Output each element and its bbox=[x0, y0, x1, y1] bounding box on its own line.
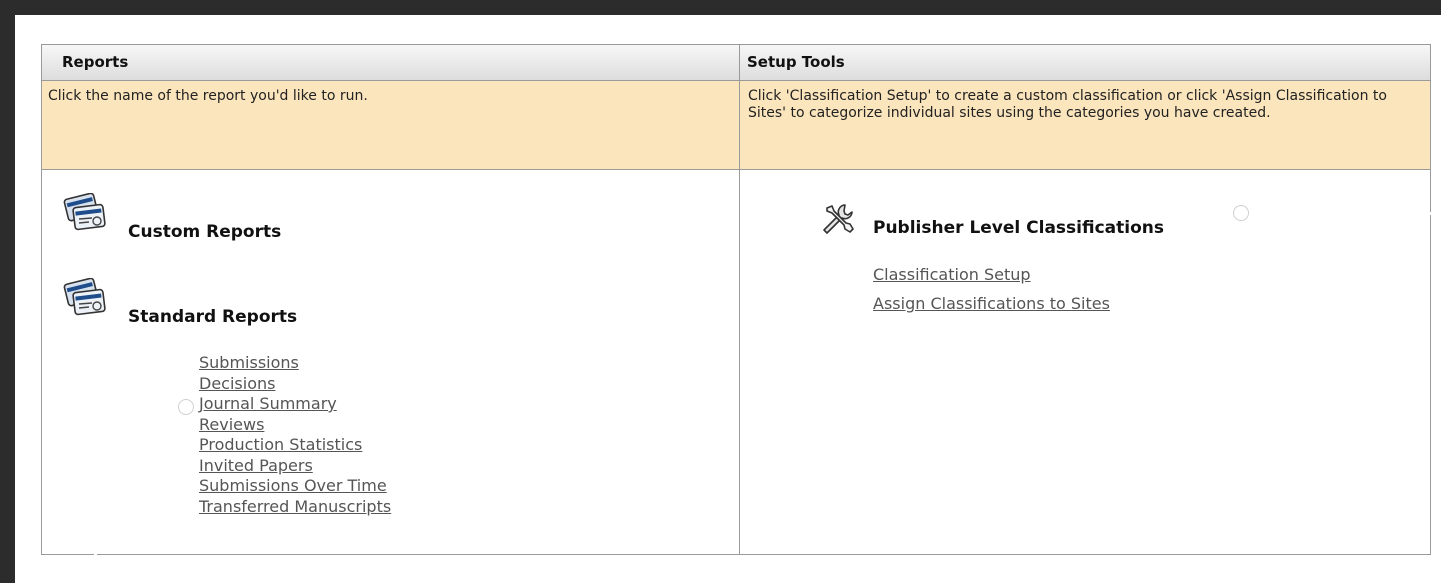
report-link-decisions[interactable]: Decisions bbox=[199, 374, 391, 395]
reports-setup-panel: Reports Setup Tools Click the name of th… bbox=[41, 44, 1431, 555]
publisher-level-classifications-title: Publisher Level Classifications bbox=[873, 218, 1165, 238]
description-row: Click the name of the report you'd like … bbox=[42, 81, 1430, 170]
panel-header-row: Reports Setup Tools bbox=[42, 45, 1430, 81]
callout-line-journal-summary-v bbox=[94, 406, 97, 583]
classification-setup-link[interactable]: Classification Setup bbox=[873, 260, 1110, 289]
report-link-journal-summary[interactable]: Journal Summary bbox=[199, 394, 391, 415]
report-link-submissions-over-time[interactable]: Submissions Over Time bbox=[199, 476, 391, 497]
column-divider bbox=[739, 45, 740, 554]
app-window: Reports Setup Tools Click the name of th… bbox=[15, 15, 1441, 583]
reports-description: Click the name of the report you'd like … bbox=[48, 88, 368, 104]
report-link-submissions[interactable]: Submissions bbox=[199, 353, 391, 374]
standard-reports-title: Standard Reports bbox=[128, 307, 298, 327]
reports-header: Reports bbox=[62, 53, 129, 71]
setup-tools-links: Classification Setup Assign Classificati… bbox=[873, 260, 1110, 318]
callout-dot-journal-summary bbox=[178, 399, 194, 415]
custom-reports-icon bbox=[62, 192, 110, 239]
report-link-transferred-manuscripts[interactable]: Transferred Manuscripts bbox=[199, 497, 391, 518]
wrench-icon bbox=[818, 201, 856, 239]
standard-reports-icon bbox=[62, 277, 110, 324]
custom-reports-title[interactable]: Custom Reports bbox=[128, 222, 281, 242]
callout-line-journal-summary-h bbox=[94, 406, 186, 409]
report-link-reviews[interactable]: Reviews bbox=[199, 415, 391, 436]
assign-classifications-link[interactable]: Assign Classifications to Sites bbox=[873, 289, 1110, 318]
callout-dot-publisher bbox=[1233, 205, 1249, 221]
setup-tools-header: Setup Tools bbox=[747, 53, 845, 71]
report-link-production-statistics[interactable]: Production Statistics bbox=[199, 435, 391, 456]
callout-line-publisher bbox=[1240, 212, 1441, 215]
standard-reports-list: Submissions Decisions Journal Summary Re… bbox=[199, 353, 391, 517]
setup-tools-description: Click 'Classification Setup' to create a… bbox=[748, 88, 1387, 121]
report-link-invited-papers[interactable]: Invited Papers bbox=[199, 456, 391, 477]
